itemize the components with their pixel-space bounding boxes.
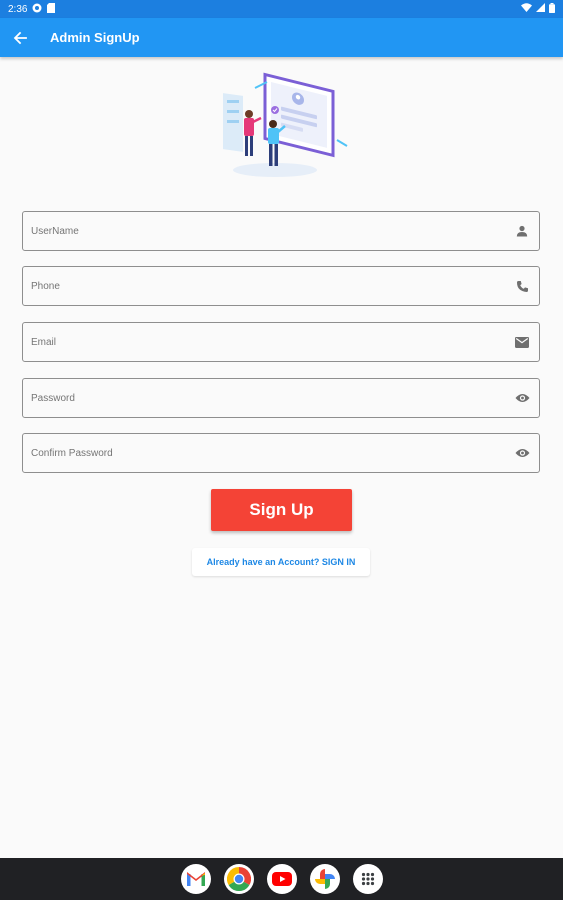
eye-icon[interactable] [514, 390, 530, 406]
email-label: Email [31, 336, 57, 348]
status-right [521, 2, 555, 16]
confirm-password-label: Confirm Password [31, 447, 113, 459]
apps-icon[interactable] [352, 864, 383, 894]
taskbar [0, 858, 563, 900]
sim-card-icon [47, 2, 56, 16]
phone-field[interactable]: Phone [22, 266, 540, 306]
eye-icon[interactable] [514, 445, 530, 461]
back-button[interactable] [0, 18, 40, 57]
username-label: UserName [31, 225, 79, 237]
page-title: Admin SignUp [50, 30, 140, 45]
signin-link[interactable]: Already have an Account? SIGN IN [192, 548, 370, 576]
password-label: Password [31, 392, 75, 404]
username-field[interactable]: UserName [22, 211, 540, 251]
email-field[interactable]: Email [22, 322, 540, 362]
phone-label: Phone [31, 280, 60, 292]
password-field[interactable]: Password [22, 378, 540, 418]
youtube-icon[interactable] [266, 864, 297, 894]
arrow-back-icon [13, 31, 27, 44]
confirm-password-field[interactable]: Confirm Password [22, 433, 540, 473]
phone-icon [514, 278, 530, 294]
gmail-icon[interactable] [180, 864, 211, 894]
person-icon [514, 223, 530, 239]
status-left: 2:36 [8, 2, 56, 16]
status-time: 2:36 [8, 3, 28, 15]
photos-icon[interactable] [309, 864, 340, 894]
sync-icon [32, 3, 42, 16]
signup-illustration [215, 70, 350, 182]
app-bar: Admin SignUp [0, 18, 563, 57]
battery-icon [549, 2, 555, 16]
signup-button[interactable]: Sign Up [211, 489, 352, 531]
chrome-icon[interactable] [223, 864, 254, 894]
status-bar: 2:36 [0, 0, 563, 18]
email-icon [514, 334, 530, 350]
wifi-icon [521, 3, 532, 15]
signal-icon [536, 3, 545, 15]
